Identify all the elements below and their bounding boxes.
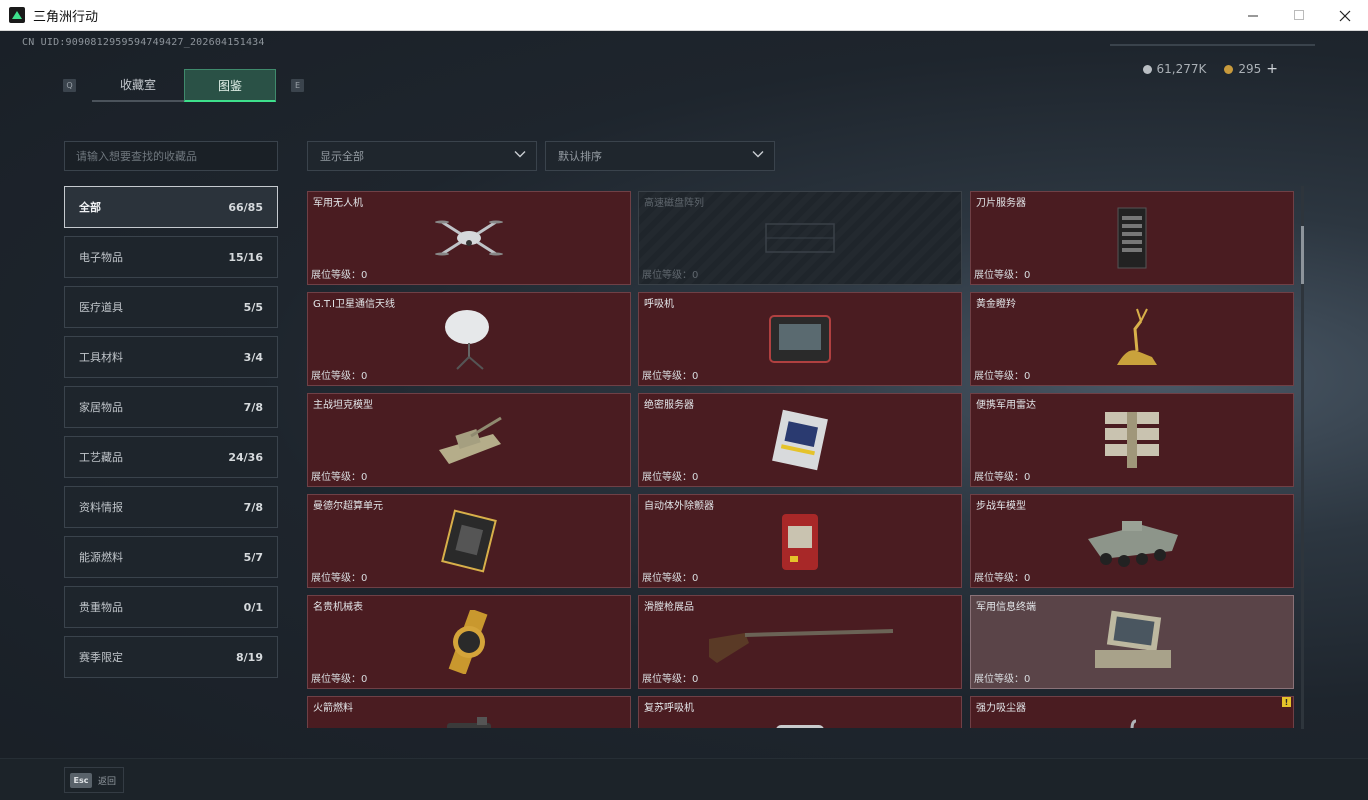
category-energy[interactable]: 能源燃料 5/7: [64, 536, 278, 578]
tab-collection-room[interactable]: 收藏室: [92, 69, 184, 102]
grid-scrollbar-thumb[interactable]: [1301, 226, 1304, 284]
item-card[interactable]: 绝密服务器 展位等级：0: [638, 393, 962, 487]
chevron-down-icon: [514, 151, 526, 158]
chevron-down-icon: [752, 151, 764, 158]
display-filter-dropdown[interactable]: 显示全部: [307, 141, 537, 171]
app-logo-icon: [9, 7, 25, 23]
display-filter-value: 显示全部: [320, 150, 364, 163]
drone-icon: [435, 220, 503, 256]
item-card[interactable]: 名贵机械表 展位等级：0: [307, 595, 631, 689]
sort-dropdown[interactable]: 默认排序: [545, 141, 775, 171]
maximize-button[interactable]: [1276, 0, 1322, 31]
item-card[interactable]: 军用信息终端 展位等级：0: [970, 595, 1294, 689]
new-item-badge: !: [1282, 697, 1291, 707]
defibrillator-icon: [782, 514, 818, 570]
item-card[interactable]: 复苏呼吸机: [638, 696, 962, 728]
item-card[interactable]: 自动体外除颤器 展位等级：0: [638, 494, 962, 588]
back-button[interactable]: Esc 返回: [64, 767, 124, 793]
terminal-icon: [1095, 610, 1171, 668]
search-input[interactable]: [64, 141, 278, 171]
tab-codex[interactable]: 图鉴: [184, 69, 276, 102]
uid-text: CN UID:9090812959594749427_202604151434: [22, 37, 265, 48]
disk-array-icon: [765, 223, 835, 253]
item-card[interactable]: 便携军用雷达 展位等级：0: [970, 393, 1294, 487]
item-card[interactable]: 黄金瞪羚 展位等级：0: [970, 292, 1294, 386]
item-card[interactable]: 军用无人机 展位等级：0: [307, 191, 631, 285]
close-button[interactable]: [1322, 0, 1368, 31]
item-card[interactable]: 滑膛枪展品 展位等级：0: [638, 595, 962, 689]
back-label: 返回: [98, 776, 117, 787]
category-crafts[interactable]: 工艺藏品 24/36: [64, 436, 278, 478]
add-currency-button[interactable]: +: [1266, 61, 1278, 77]
close-icon: [1339, 10, 1351, 21]
collection-app: CN UID:9090812959594749427_202604151434 …: [0, 31, 1368, 800]
item-card[interactable]: 高速磁盘阵列 展位等级：0: [638, 191, 962, 285]
category-season-limited[interactable]: 赛季限定 8/19: [64, 636, 278, 678]
category-valuables[interactable]: 贵重物品 0/1: [64, 586, 278, 628]
item-card[interactable]: 主战坦克模型 展位等级：0: [307, 393, 631, 487]
category-electronics[interactable]: 电子物品 15/16: [64, 236, 278, 278]
category-intel[interactable]: 资料情报 7/8: [64, 486, 278, 528]
item-card[interactable]: G.T.I卫星通信天线 展位等级：0: [307, 292, 631, 386]
radar-icon: [1105, 412, 1159, 468]
blade-server-icon: [1117, 207, 1147, 269]
musket-icon: [709, 629, 894, 663]
gold-coin-icon: [1224, 65, 1234, 74]
window-controls: [1230, 0, 1368, 31]
category-medical[interactable]: 医疗道具 5/5: [64, 286, 278, 328]
bottom-bar: Esc 返回: [0, 758, 1368, 800]
fuel-can-icon: [447, 717, 491, 728]
item-grid: 军用无人机 展位等级：0 高速磁盘阵列 展位等级：0 刀片服务器 展位等级：0 …: [307, 191, 1294, 728]
maximize-icon: [1293, 10, 1304, 20]
esc-key-hint: Esc: [70, 772, 92, 788]
resuscitator-icon: [776, 725, 824, 728]
item-card[interactable]: 曼德尔超算单元 展位等级：0: [307, 494, 631, 588]
gold-currency[interactable]: 295 +: [1224, 61, 1278, 77]
watch-icon: [448, 610, 488, 674]
window-title: 三角洲行动: [33, 9, 99, 25]
item-card[interactable]: 火箭燃料: [307, 696, 631, 728]
item-card[interactable]: 步战车模型 展位等级：0: [970, 494, 1294, 588]
category-tools[interactable]: 工具材料 3/4: [64, 336, 278, 378]
vacuum-icon: [1130, 719, 1137, 728]
tab-prev-key-hint: Q: [63, 79, 76, 92]
supercomputer-unit-icon: [441, 509, 497, 573]
category-household[interactable]: 家居物品 7/8: [64, 386, 278, 428]
minimize-icon: [1247, 15, 1258, 17]
ifv-model-icon: [1088, 521, 1178, 567]
top-divider: [1110, 44, 1315, 46]
ventilator-icon: [769, 315, 831, 363]
tab-next-key-hint: E: [291, 79, 304, 92]
category-all[interactable]: 全部 66/85: [64, 186, 278, 228]
tank-model-icon: [439, 416, 502, 464]
satellite-dish-icon: [445, 310, 489, 370]
minimize-button[interactable]: [1230, 0, 1276, 31]
golden-gazelle-icon: [1117, 308, 1157, 365]
window-titlebar: 三角洲行动: [0, 0, 1368, 31]
secret-server-icon: [772, 409, 828, 471]
item-card[interactable]: 强力吸尘器 !: [970, 696, 1294, 728]
item-card[interactable]: 呼吸机 展位等级：0: [638, 292, 962, 386]
silver-coin-icon: [1142, 65, 1152, 74]
silver-currency: 61,277K: [1142, 62, 1206, 76]
item-card[interactable]: 刀片服务器 展位等级：0: [970, 191, 1294, 285]
currency-bar: 61,277K 295 +: [1142, 61, 1278, 77]
sort-value: 默认排序: [558, 150, 602, 163]
